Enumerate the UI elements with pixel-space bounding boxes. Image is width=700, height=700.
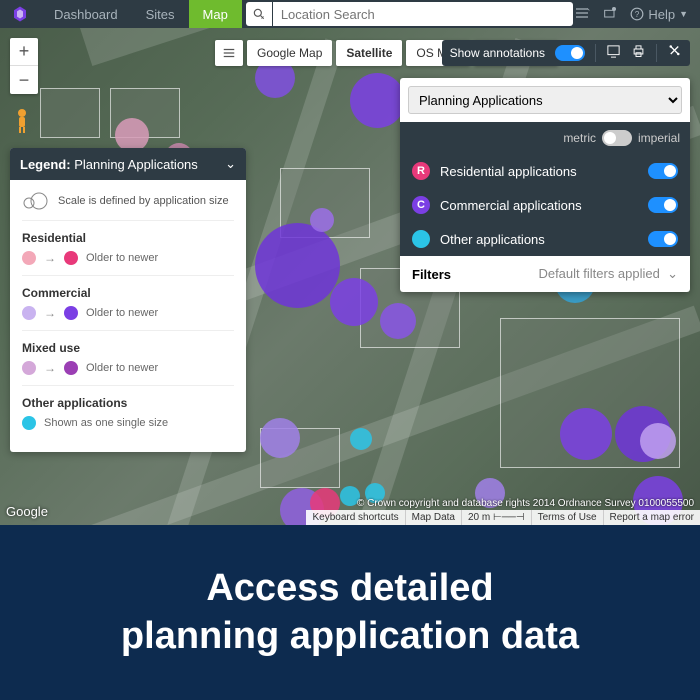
help-link[interactable]: ? Help ▼ [630, 7, 688, 22]
layer-row-other: Other applications [400, 222, 690, 256]
other-badge [412, 230, 430, 248]
show-annotations-label: Show annotations [450, 46, 545, 60]
nav-dashboard[interactable]: Dashboard [40, 0, 132, 28]
layers-panel: Planning Applications metric imperial R … [400, 78, 690, 292]
zoom-in-button[interactable]: + [10, 38, 38, 66]
attr-keyboard[interactable]: Keyboard shortcuts [306, 510, 404, 525]
promo-banner: Access detailed planning application dat… [0, 525, 700, 700]
unit-toggle[interactable] [602, 130, 632, 146]
export-icon[interactable] [606, 44, 621, 62]
filters-row[interactable]: Filters Default filters applied ⌄ [400, 256, 690, 292]
commercial-toggle[interactable] [648, 197, 678, 213]
map-canvas[interactable]: + − Google Map Satellite OS Map Bing Map… [0, 28, 700, 525]
zoom-control: + − [10, 38, 38, 94]
legend-panel: Legend: Planning Applications ⌄ Scale is… [10, 148, 246, 452]
annotations-toolbar: Show annotations [442, 40, 690, 66]
map-attribution: Keyboard shortcuts Map Data 20 m ⊢──⊣ Te… [306, 510, 700, 525]
print-icon[interactable] [631, 44, 646, 62]
legend-collapse-icon[interactable]: ⌄ [225, 156, 236, 172]
layer-select[interactable]: Planning Applications [408, 86, 682, 114]
top-nav: Dashboard Sites Map ? Help ▼ [0, 0, 700, 28]
svg-text:?: ? [635, 10, 640, 19]
tab-google-map[interactable]: Google Map [247, 40, 332, 66]
imperial-label: imperial [638, 131, 680, 145]
logo[interactable] [0, 0, 40, 28]
attr-terms[interactable]: Terms of Use [531, 510, 603, 525]
residential-toggle[interactable] [648, 163, 678, 179]
metric-label: metric [563, 131, 596, 145]
tab-satellite[interactable]: Satellite [336, 40, 402, 66]
google-logo: Google [6, 504, 48, 519]
nav-map[interactable]: Map [189, 0, 242, 28]
copyright-text: © Crown copyright and database rights 20… [357, 498, 694, 509]
other-toggle[interactable] [648, 231, 678, 247]
nav-sites[interactable]: Sites [132, 0, 189, 28]
layer-row-residential: R Residential applications [400, 154, 690, 188]
attr-scale: 20 m ⊢──⊣ [461, 510, 531, 525]
annotations-toggle[interactable] [555, 45, 585, 61]
search-icon[interactable] [246, 2, 272, 26]
layer-row-commercial: C Commercial applications [400, 188, 690, 222]
notification-icon[interactable] [602, 5, 618, 24]
commercial-badge: C [412, 196, 430, 214]
search-input[interactable] [273, 2, 573, 26]
attr-report[interactable]: Report a map error [603, 510, 700, 525]
attr-mapdata[interactable]: Map Data [405, 510, 461, 525]
zoom-out-button[interactable]: − [10, 66, 38, 94]
menu-icon[interactable] [574, 5, 590, 24]
streetview-pegman[interactable] [12, 108, 32, 134]
chevron-down-icon: ⌄ [667, 266, 678, 281]
tools-icon[interactable] [667, 44, 682, 62]
residential-badge: R [412, 162, 430, 180]
layers-icon[interactable] [215, 40, 243, 66]
